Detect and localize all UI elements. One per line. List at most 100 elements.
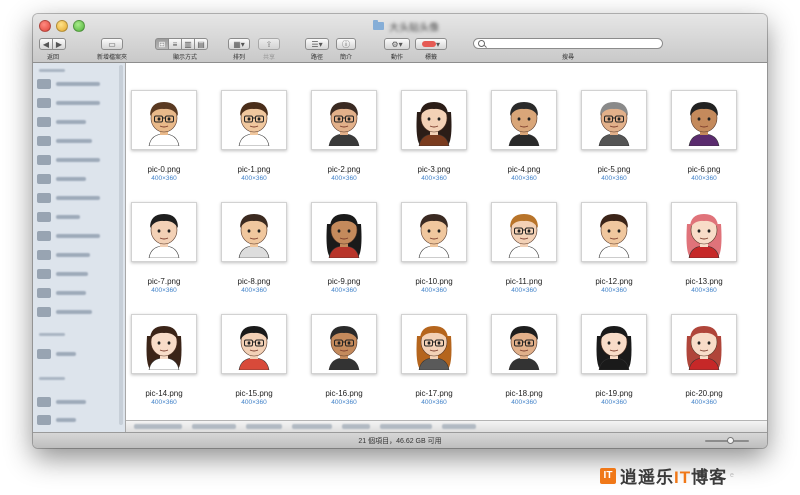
- sidebar-item[interactable]: [37, 413, 76, 427]
- new-folder-button[interactable]: ▭: [101, 38, 123, 50]
- sidebar-item[interactable]: [37, 286, 86, 300]
- tags-button[interactable]: ▾: [415, 38, 447, 50]
- finder-window: 大头贴头像 ◀ ▶ 返回 ▭ 新增檔案夾 ⊞ ≡ ▥ ▤ 顯示方式 ▦▾ 排列 …: [33, 14, 767, 448]
- sidebar-item[interactable]: [37, 115, 86, 129]
- watermark: IT 逍遥乐IT博客: [600, 463, 727, 488]
- file-name[interactable]: pic-9.png: [299, 277, 389, 286]
- file-thumbnail[interactable]: [671, 314, 737, 374]
- file-name[interactable]: pic-16.png: [299, 389, 389, 398]
- info-button[interactable]: ⓘ: [336, 38, 356, 50]
- file-thumbnail[interactable]: [131, 90, 197, 150]
- file-thumbnail[interactable]: [311, 314, 377, 374]
- path-button[interactable]: ☰▾: [305, 38, 329, 50]
- folder-icon: [37, 231, 51, 241]
- file-thumbnail[interactable]: [221, 202, 287, 262]
- cover-flow-button[interactable]: ▤: [194, 38, 208, 50]
- file-thumbnail[interactable]: [581, 202, 647, 262]
- file-thumbnail[interactable]: [491, 202, 557, 262]
- file-thumbnail[interactable]: [581, 90, 647, 150]
- status-text: 21 個項目，46.62 GB 可用: [358, 438, 442, 445]
- zoom-button[interactable]: [73, 20, 85, 32]
- file-name[interactable]: pic-3.png: [389, 165, 479, 174]
- minimize-button[interactable]: [56, 20, 68, 32]
- file-dimensions: 400×360: [331, 399, 357, 406]
- sidebar-item[interactable]: [37, 134, 92, 148]
- sidebar-item[interactable]: [37, 347, 76, 361]
- file-name[interactable]: pic-20.png: [659, 389, 749, 398]
- file-name[interactable]: pic-5.png: [569, 165, 659, 174]
- icon-view-button[interactable]: ⊞: [155, 38, 169, 50]
- sidebar-item[interactable]: [37, 191, 100, 205]
- grid-icon: ⊞: [158, 39, 166, 49]
- sidebar-scrollbar[interactable]: [119, 65, 123, 425]
- sidebar-item-label: [56, 352, 76, 356]
- sidebar-item[interactable]: [37, 248, 90, 262]
- sidebar-item[interactable]: [37, 395, 86, 409]
- sidebar-item[interactable]: [37, 229, 100, 243]
- file-thumbnail[interactable]: [491, 90, 557, 150]
- file-thumbnail[interactable]: [131, 202, 197, 262]
- file-name[interactable]: pic-19.png: [569, 389, 659, 398]
- file-name[interactable]: pic-18.png: [479, 389, 569, 398]
- file-name[interactable]: pic-12.png: [569, 277, 659, 286]
- file-thumbnail[interactable]: [401, 90, 467, 150]
- file-thumbnail[interactable]: [671, 202, 737, 262]
- file-thumbnail[interactable]: [131, 314, 197, 374]
- action-button[interactable]: ⚙▾: [384, 38, 410, 50]
- file-name[interactable]: pic-10.png: [389, 277, 479, 286]
- path-crumb[interactable]: [292, 424, 332, 429]
- file-thumbnail[interactable]: [221, 314, 287, 374]
- icon-size-slider[interactable]: [705, 437, 749, 444]
- file-thumbnail[interactable]: [221, 90, 287, 150]
- file-name[interactable]: pic-2.png: [299, 165, 389, 174]
- file-name[interactable]: pic-14.png: [119, 389, 209, 398]
- file-name[interactable]: pic-17.png: [389, 389, 479, 398]
- file-dimensions: 400×360: [691, 175, 717, 182]
- sidebar-item[interactable]: [37, 77, 100, 91]
- file-thumbnail[interactable]: [311, 90, 377, 150]
- path-crumb[interactable]: [442, 424, 476, 429]
- path-crumb[interactable]: [246, 424, 282, 429]
- status-bar: 21 個項目，46.62 GB 可用: [33, 432, 767, 448]
- file-thumbnail[interactable]: [581, 314, 647, 374]
- path-icon: ☰▾: [311, 39, 323, 49]
- file-thumbnail[interactable]: [401, 202, 467, 262]
- close-button[interactable]: [39, 20, 51, 32]
- file-thumbnail[interactable]: [491, 314, 557, 374]
- back-button[interactable]: ◀: [39, 38, 53, 50]
- file-thumbnail[interactable]: [401, 314, 467, 374]
- sidebar-item[interactable]: [37, 96, 100, 110]
- file-thumbnail[interactable]: [671, 90, 737, 150]
- slider-knob[interactable]: [727, 437, 734, 444]
- sidebar-item[interactable]: [37, 267, 88, 281]
- sidebar-item[interactable]: [37, 210, 80, 224]
- forward-button[interactable]: ▶: [52, 38, 66, 50]
- file-name[interactable]: pic-11.png: [479, 277, 569, 286]
- column-view-button[interactable]: ▥: [181, 38, 195, 50]
- file-name[interactable]: pic-6.png: [659, 165, 749, 174]
- file-dimensions: 400×360: [511, 399, 537, 406]
- sidebar-item[interactable]: [37, 153, 100, 167]
- avatar-image: [135, 318, 193, 370]
- sidebar-item[interactable]: [37, 172, 86, 186]
- search-input[interactable]: [473, 38, 663, 49]
- sidebar-item[interactable]: [37, 305, 92, 319]
- file-thumbnail[interactable]: [311, 202, 377, 262]
- path-crumb[interactable]: [192, 424, 236, 429]
- file-name[interactable]: pic-8.png: [209, 277, 299, 286]
- file-name[interactable]: pic-0.png: [119, 165, 209, 174]
- share-button[interactable]: ⇪: [258, 38, 280, 50]
- file-dimensions: 400×360: [151, 399, 177, 406]
- file-name[interactable]: pic-15.png: [209, 389, 299, 398]
- path-crumb[interactable]: [342, 424, 370, 429]
- file-name[interactable]: pic-1.png: [209, 165, 299, 174]
- arrange-button[interactable]: ▦▾: [228, 38, 250, 50]
- file-name[interactable]: pic-7.png: [119, 277, 209, 286]
- watermark-url: e: [730, 472, 734, 479]
- file-name[interactable]: pic-4.png: [479, 165, 569, 174]
- path-crumb[interactable]: [380, 424, 432, 429]
- file-name[interactable]: pic-13.png: [659, 277, 749, 286]
- list-view-button[interactable]: ≡: [168, 38, 182, 50]
- avatar-image: [585, 94, 643, 146]
- path-crumb[interactable]: [134, 424, 182, 429]
